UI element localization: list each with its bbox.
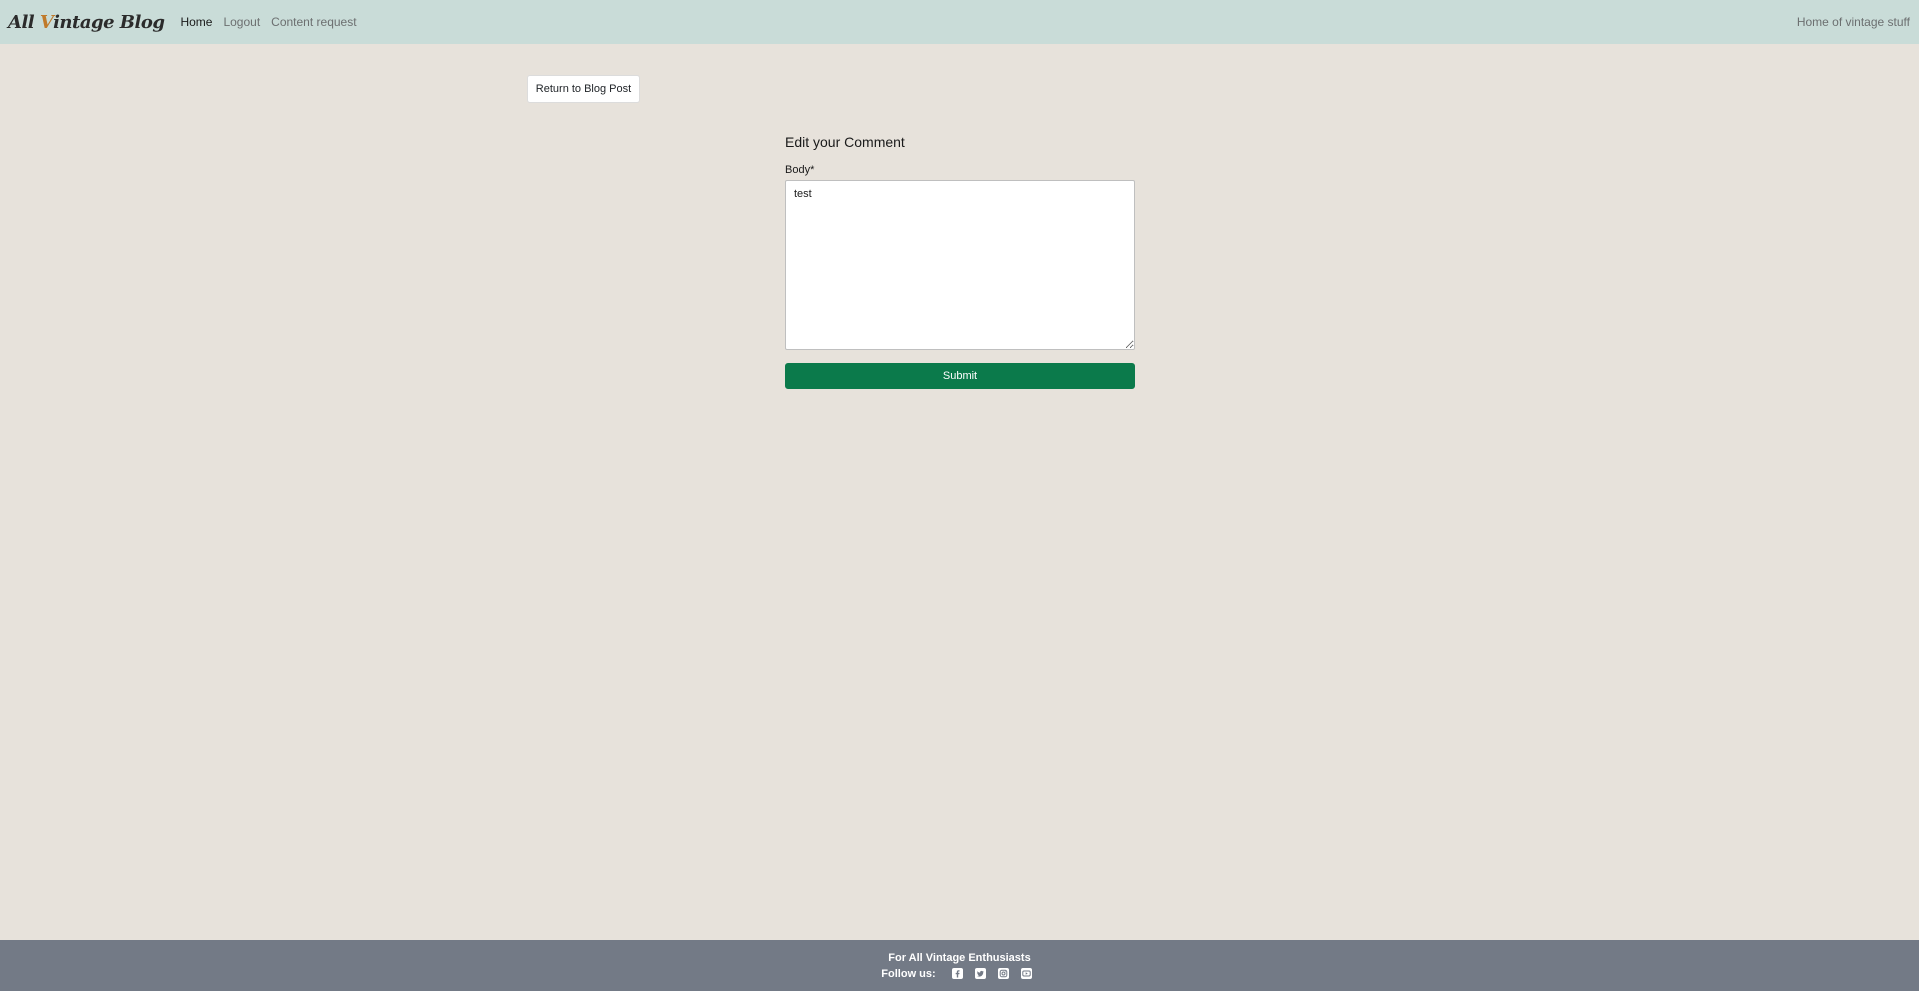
brand-text-accent: V: [39, 11, 54, 33]
navbar-tagline: Home of vintage stuff: [1796, 15, 1910, 29]
youtube-icon[interactable]: [1020, 968, 1032, 979]
instagram-icon[interactable]: [997, 968, 1009, 979]
return-to-blog-post-button[interactable]: Return to Blog Post: [527, 75, 640, 103]
navbar: All Vintage Blog Home Logout Content req…: [0, 0, 1919, 44]
form-title: Edit your Comment: [785, 134, 905, 150]
edit-comment-form: Edit your Comment Body* test Submit: [785, 133, 1135, 389]
nav-link-content-request[interactable]: Content request: [271, 15, 356, 29]
footer: For All Vintage Enthusiasts Follow us:: [0, 940, 1919, 991]
facebook-icon[interactable]: [951, 968, 963, 979]
twitter-icon[interactable]: [974, 968, 986, 979]
footer-follow: Follow us:: [881, 967, 1037, 981]
footer-tagline: For All Vintage Enthusiasts: [888, 951, 1031, 964]
submit-button[interactable]: Submit: [785, 363, 1135, 389]
body-textarea[interactable]: test: [785, 180, 1135, 350]
body-label: Body*: [785, 164, 815, 176]
nav-link-home[interactable]: Home: [180, 15, 212, 29]
follow-label: Follow us:: [881, 967, 936, 980]
brand-text-part1: All: [8, 11, 40, 33]
brand-text-part2: intage Blog: [53, 11, 165, 33]
brand-logo[interactable]: All Vintage Blog: [8, 11, 165, 33]
nav-link-logout[interactable]: Logout: [223, 15, 260, 29]
